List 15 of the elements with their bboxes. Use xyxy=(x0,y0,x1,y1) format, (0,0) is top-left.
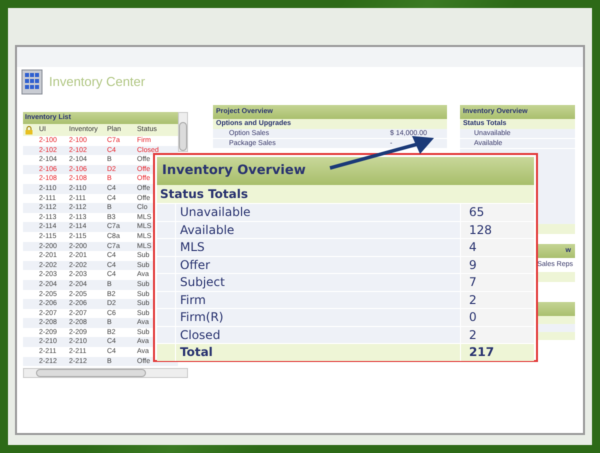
app-title: Inventory Center xyxy=(49,73,146,92)
lock-icon xyxy=(25,126,33,134)
row-value: 2 xyxy=(460,292,534,308)
horizontal-scrollbar[interactable] xyxy=(23,368,188,378)
row-value: 65 xyxy=(460,204,534,220)
row-value: 4 xyxy=(460,239,534,256)
row-value: 2 xyxy=(460,326,534,343)
row-value: 7 xyxy=(460,274,534,290)
vertical-scrollbar[interactable] xyxy=(178,112,188,152)
row-value: 0 xyxy=(460,309,534,326)
row-value: 128 xyxy=(460,222,534,238)
building-icon xyxy=(21,69,43,95)
panel-header: Inventory Overview xyxy=(157,157,534,185)
row-value: 9 xyxy=(460,256,534,273)
section-header: Status Totals xyxy=(157,185,534,203)
